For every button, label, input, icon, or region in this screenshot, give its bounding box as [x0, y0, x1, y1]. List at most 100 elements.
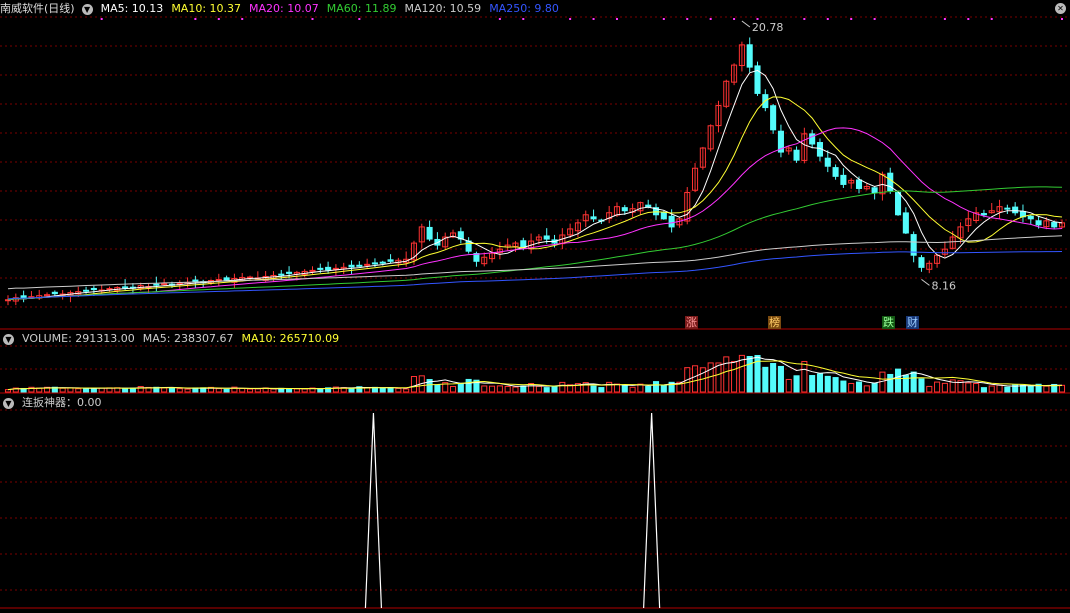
- candle-body: [824, 157, 831, 167]
- volume-bar: [980, 387, 987, 393]
- volume-bar: [621, 385, 628, 393]
- candle-body: [317, 267, 324, 270]
- ma250-line: [7, 251, 1063, 300]
- tag-finance[interactable]: 财: [906, 316, 919, 329]
- candle-body: [980, 213, 987, 216]
- candle-body: [192, 279, 199, 283]
- signal-dot: [569, 18, 572, 20]
- volume-bar: [168, 387, 175, 393]
- volume-bar: [692, 365, 699, 393]
- tag-list[interactable]: 榜: [768, 316, 781, 329]
- volume-bar: [590, 385, 597, 393]
- volume-bar: [988, 385, 995, 393]
- candle-body: [543, 235, 550, 240]
- signal-dot: [592, 18, 595, 20]
- tag-drop[interactable]: 跌: [882, 316, 895, 329]
- candle-body: [660, 212, 667, 220]
- volume-bar: [379, 387, 386, 393]
- signal-dot: [990, 18, 993, 20]
- volume-bar: [59, 387, 66, 393]
- volume-bar: [1043, 385, 1050, 393]
- volume-bar: [910, 371, 917, 393]
- candle-body: [855, 179, 863, 189]
- volume-bar: [1027, 385, 1034, 393]
- volume-bar: [731, 361, 738, 393]
- volume-bar: [559, 381, 566, 393]
- candle-body: [895, 192, 902, 216]
- volume-bar: [176, 388, 183, 393]
- volume-bar: [746, 355, 753, 393]
- volume-bar: [918, 378, 925, 393]
- candle-body: [1051, 222, 1058, 228]
- signal-dot: [850, 18, 853, 20]
- candle-body: [356, 264, 363, 267]
- volume-bar: [270, 388, 277, 393]
- candle-body: [465, 240, 472, 252]
- volume-bar: [777, 365, 784, 393]
- volume-bar: [855, 381, 863, 393]
- volume-bar: [317, 388, 324, 393]
- volume-bar: [301, 388, 308, 393]
- tag-limit-up[interactable]: 涨: [685, 316, 698, 329]
- candle-body: [1012, 206, 1019, 214]
- signal-dot: [615, 18, 618, 20]
- candle-body: [840, 174, 847, 185]
- candle-body: [520, 240, 527, 248]
- volume-bar: [434, 384, 441, 393]
- candle-body: [1035, 220, 1042, 226]
- volume-bar: [348, 387, 355, 393]
- candle-body: [364, 263, 371, 266]
- volume-bar: [871, 382, 878, 393]
- candle-body: [871, 187, 878, 194]
- candle-body: [348, 264, 355, 268]
- volume-bar: [449, 385, 457, 393]
- volume-bar: [801, 360, 808, 393]
- high-pointer: [741, 20, 751, 28]
- ma5-line: [7, 69, 1063, 301]
- volume-bar: [645, 385, 652, 393]
- volume-bar: [598, 387, 605, 393]
- candle-body: [286, 271, 293, 274]
- candle-body: [215, 279, 222, 282]
- volume-bar: [723, 356, 730, 393]
- volume-bar: [520, 385, 527, 393]
- candle-body: [246, 276, 254, 279]
- volume-bar: [934, 381, 941, 393]
- candle-body: [621, 207, 628, 212]
- volume-bar: [246, 388, 254, 393]
- volume-bar: [293, 388, 300, 393]
- stock-chart[interactable]: 20.78 8.16: [0, 0, 1070, 613]
- volume-bar: [410, 376, 418, 393]
- volume-bar: [535, 385, 542, 393]
- candle-body: [223, 277, 230, 281]
- volume-bar: [606, 381, 613, 393]
- volume-bar: [793, 375, 800, 393]
- volume-bar: [863, 385, 870, 393]
- high-label: 20.78: [752, 21, 784, 34]
- candle-body: [309, 269, 316, 272]
- candle-body: [153, 283, 160, 286]
- volume-bar: [1058, 384, 1066, 393]
- volume-bar: [840, 380, 847, 393]
- volume-bar: [848, 382, 855, 393]
- volume-bar: [161, 387, 168, 393]
- candle-body: [645, 204, 652, 208]
- volume-bar: [129, 387, 136, 393]
- candle-body: [770, 105, 777, 131]
- candle-body: [426, 226, 433, 240]
- volume-bar: [652, 381, 660, 393]
- volume-bar: [770, 363, 777, 393]
- candle-body: [278, 273, 285, 276]
- volume-bar: [996, 384, 1003, 393]
- candle-body: [902, 212, 909, 234]
- signal-dot: [311, 18, 314, 20]
- volume-bar: [75, 388, 82, 393]
- signal-dot: [358, 18, 361, 20]
- signal-dot: [967, 18, 970, 20]
- volume-bar: [895, 368, 902, 393]
- candle-body: [832, 167, 839, 177]
- volume-bar: [83, 388, 90, 393]
- indicator-spike: [364, 412, 383, 609]
- candle-body: [590, 216, 597, 220]
- volume-bar: [403, 388, 410, 393]
